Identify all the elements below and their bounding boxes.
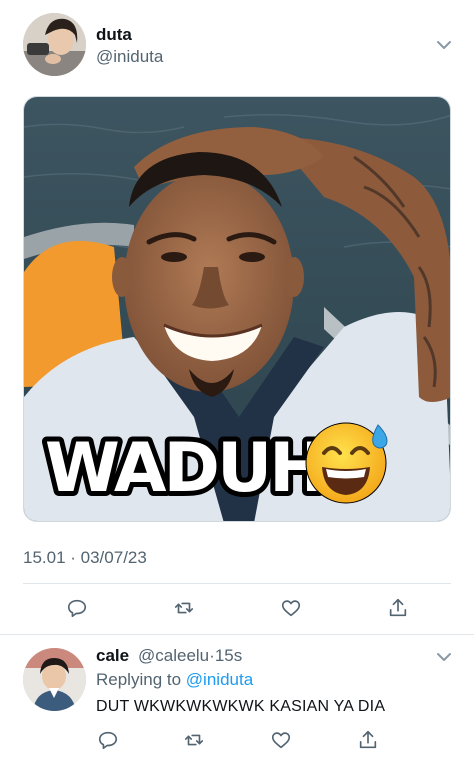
like-icon[interactable]: [279, 596, 303, 620]
retweet-icon[interactable]: [172, 596, 196, 620]
chevron-down-icon[interactable]: [434, 38, 454, 52]
handle[interactable]: @iniduta: [96, 47, 163, 67]
reply-icon[interactable]: [96, 728, 120, 752]
avatar[interactable]: [23, 13, 86, 76]
tweet-separator: [0, 634, 474, 635]
tweet-timestamp[interactable]: 15.01 · 03/07/23: [23, 548, 147, 568]
share-icon[interactable]: [356, 728, 380, 752]
tweet-image[interactable]: WADUH WADUH: [23, 96, 451, 522]
divider: [23, 583, 451, 584]
handle[interactable]: @caleelu: [138, 646, 209, 665]
reply-time[interactable]: 15s: [215, 646, 242, 665]
display-name[interactable]: cale: [96, 646, 129, 666]
replying-prefix: Replying to: [96, 670, 182, 689]
retweet-icon[interactable]: [182, 728, 206, 752]
media-caption: WADUH: [45, 429, 323, 508]
reply-icon[interactable]: [65, 596, 89, 620]
share-icon[interactable]: [386, 596, 410, 620]
like-icon[interactable]: [269, 728, 293, 752]
avatar[interactable]: [23, 648, 86, 711]
display-name[interactable]: duta: [96, 25, 132, 45]
main-tweet: duta @iniduta WADUH WADUH 15.01 · 03/07/…: [0, 0, 474, 636]
reply-meta: @caleelu·15s: [138, 646, 242, 666]
replying-to: Replying to @iniduta: [96, 670, 253, 690]
reply-text: DUT WKWKWKWKWK KASIAN YA DIA: [96, 698, 386, 715]
grinning-face-with-sweat-icon: [305, 422, 388, 504]
mention-link[interactable]: @iniduta: [186, 670, 253, 689]
chevron-down-icon[interactable]: [434, 650, 454, 664]
